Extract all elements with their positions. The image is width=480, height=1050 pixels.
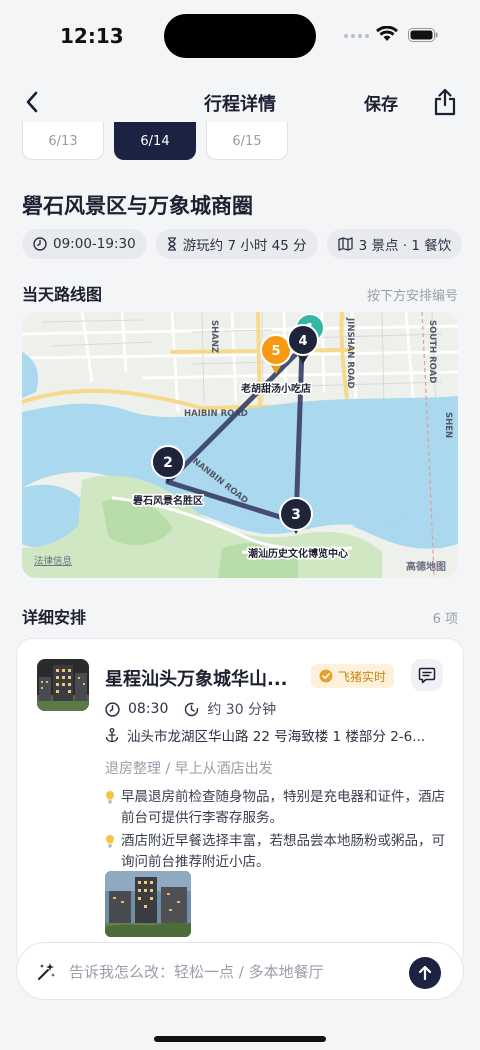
chat-input[interactable]: [69, 957, 399, 987]
day-summary-chips: 09:00-19:30 游玩约 7 小时 45 分 3 景点 · 1 餐饮: [22, 229, 463, 259]
address-text: 汕头市龙湖区华山路 22 号海致楼 1 楼部分 2-6...: [127, 729, 426, 745]
lightbulb-icon: [106, 791, 114, 804]
signal-icon: [344, 34, 369, 38]
tip-item: 酒店附近早餐选择丰富，若想品尝本地肠粉或粥品，可询问前台推荐附近小店。: [105, 831, 445, 873]
poi-label-4: 老胡甜汤小吃店: [240, 382, 311, 395]
schedule-header: 详细安排 6 项: [22, 604, 458, 628]
svg-text:5: 5: [271, 344, 280, 359]
share-button[interactable]: [430, 86, 460, 118]
chat-input-bar: [16, 942, 464, 1000]
day-title: 礐石风景区与万象城商圈: [22, 194, 253, 218]
road-label-shen: SHEN: [443, 412, 453, 438]
duration-chip: 游玩约 7 小时 45 分: [155, 229, 318, 259]
tips-list: 早晨退房前检查随身物品，特别是充电器和证件，酒店前台可提供行李寄存服务。 酒店附…: [105, 787, 445, 875]
hourglass-icon: [167, 237, 176, 251]
road-label-jinshan: JINSHAN ROAD: [345, 317, 355, 389]
realtime-badge-label: 飞猪实时: [338, 669, 387, 684]
arrow-up-icon: [418, 965, 432, 981]
tip-text: 酒店附近早餐选择丰富，若想品尝本地肠粉或粥品，可询问前台推荐附近小店。: [121, 833, 445, 870]
anchor-icon: [105, 727, 119, 742]
date-tab-6-15[interactable]: 6/15: [206, 122, 288, 160]
status-time: 12:13: [60, 24, 124, 48]
send-button[interactable]: [409, 957, 441, 989]
route-map-header: 当天路线图 按下方安排编号: [22, 281, 458, 305]
hotel-thumbnail: [37, 659, 89, 711]
road-label-south: SOUTH ROAD: [427, 320, 437, 383]
map-provider-label: 高德地图: [406, 560, 446, 573]
duration-text: 游玩约 7 小时 45 分: [182, 238, 307, 254]
share-icon: [434, 88, 456, 116]
svg-text:2: 2: [163, 455, 173, 471]
item-description: 退房整理 / 早上从酒店出发: [105, 761, 273, 777]
lightbulb-icon: [106, 835, 114, 848]
spots-text: 3 景点 · 1 餐饮: [358, 238, 452, 254]
map-icon: [337, 237, 353, 251]
realtime-badge: 飞猪实时: [311, 664, 395, 688]
date-tab-6-13[interactable]: 6/13: [22, 122, 104, 160]
date-tab-6-14[interactable]: 6/14: [114, 122, 196, 160]
duration: 约 30 分钟: [207, 702, 277, 718]
message-icon: [418, 667, 436, 683]
route-map-hint: 按下方安排编号: [366, 289, 458, 304]
route-map-canvas: SHANZ JINSHAN ROAD SOUTH ROAD HAIBIN ROA…: [22, 312, 458, 578]
item-photo[interactable]: [105, 871, 191, 937]
page-title: 行程详情: [204, 94, 276, 115]
tip-item: 早晨退房前检查随身物品，特别是充电器和证件，酒店前台可提供行李寄存服务。: [105, 787, 445, 829]
svg-text:3: 3: [291, 507, 301, 523]
spots-chip: 3 景点 · 1 餐饮: [326, 229, 463, 259]
tip-text: 早晨退房前检查随身物品，特别是充电器和证件，酒店前台可提供行李寄存服务。: [121, 789, 445, 826]
route-map-title: 当天路线图: [22, 285, 103, 304]
magic-wand-icon: [38, 963, 55, 980]
time-range-text: 09:00-19:30: [53, 236, 136, 252]
verified-icon: [319, 669, 333, 683]
hotel-name[interactable]: 星程汕头万象城华山...: [105, 665, 305, 691]
home-indicator: [154, 1036, 326, 1042]
start-time: 08:30: [128, 701, 169, 717]
poi-label-2: 礐石风景名胜区: [133, 494, 203, 507]
svg-text:4: 4: [298, 334, 307, 349]
poi-label-3: 潮汕历史文化博览中心: [248, 547, 348, 560]
schedule-title: 详细安排: [22, 608, 87, 627]
route-map[interactable]: SHANZ JINSHAN ROAD SOUTH ROAD HAIBIN ROA…: [22, 312, 458, 578]
schedule-item-card[interactable]: 星程汕头万象城华山... 飞猪实时 08:30 约 30 分钟 汕头市龙湖区华山…: [16, 638, 464, 968]
status-bar: 12:13: [0, 0, 480, 72]
time-duration-row: 08:30 约 30 分钟: [105, 699, 276, 719]
time-range-chip: 09:00-19:30: [22, 229, 147, 259]
wifi-icon: [376, 26, 398, 41]
map-legal-link[interactable]: 法律信息: [34, 555, 72, 567]
dynamic-island: [164, 14, 316, 58]
chat-button[interactable]: [411, 659, 443, 691]
battery-icon: [408, 28, 438, 42]
save-button[interactable]: 保存: [364, 90, 398, 115]
clock-icon: [105, 701, 120, 717]
schedule-count: 6 项: [432, 612, 458, 627]
timer-icon: [185, 702, 199, 716]
road-label-shanz: SHANZ: [209, 320, 219, 353]
date-tabs: 6/13 6/14 6/15: [22, 122, 288, 160]
clock-icon: [33, 237, 47, 251]
address-row: 汕头市龙湖区华山路 22 号海致楼 1 楼部分 2-6...: [105, 725, 445, 745]
